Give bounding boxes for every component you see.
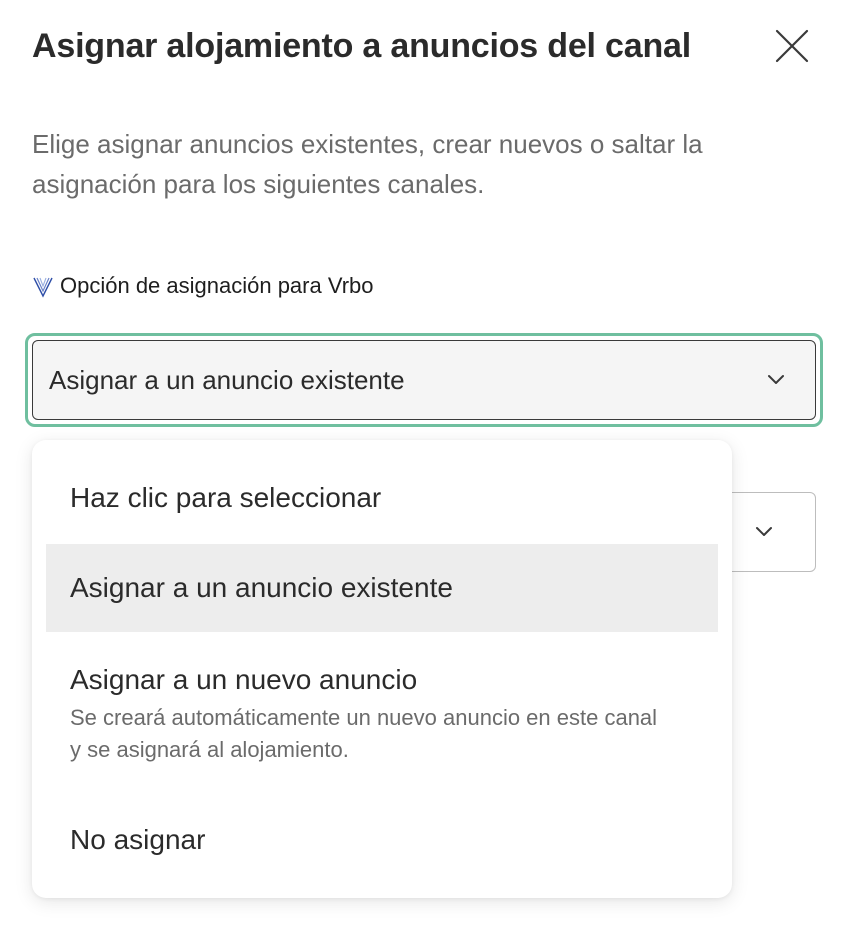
chevron-down-icon (765, 369, 787, 391)
option-click-to-select[interactable]: Haz clic para seleccionar (46, 454, 718, 542)
dialog-title: Asignar alojamiento a anuncios del canal (32, 27, 691, 65)
assign-listing-dialog: Asignar alojamiento a anuncios del canal… (0, 0, 854, 950)
option-label: Haz clic para seleccionar (70, 482, 382, 513)
option-label: Asignar a un anuncio existente (70, 572, 453, 603)
close-button[interactable] (768, 22, 816, 70)
assignment-option-select[interactable]: Asignar a un anuncio existente (32, 340, 816, 420)
option-assign-new[interactable]: Asignar a un nuevo anuncio Se creará aut… (46, 646, 718, 786)
option-description: Se creará automáticamente un nuevo anunc… (70, 705, 658, 762)
option-assign-existing[interactable]: Asignar a un anuncio existente (46, 544, 718, 632)
option-label: No asignar (70, 824, 206, 855)
vrbo-logo-icon (32, 274, 56, 298)
channel-label-text: Opción de asignación para Vrbo (60, 273, 374, 298)
chevron-down-icon (753, 521, 775, 543)
option-label: Asignar a un nuevo anuncio (70, 664, 418, 695)
dialog-subtitle: Elige asignar anuncios existentes, crear… (32, 129, 703, 199)
assignment-options-menu: Haz clic para seleccionar Asignar a un a… (32, 440, 732, 898)
close-icon (775, 29, 809, 63)
select-value: Asignar a un anuncio existente (49, 364, 405, 395)
channel-label: Opción de asignación para Vrbo (32, 268, 374, 304)
option-do-not-assign[interactable]: No asignar (46, 800, 718, 880)
